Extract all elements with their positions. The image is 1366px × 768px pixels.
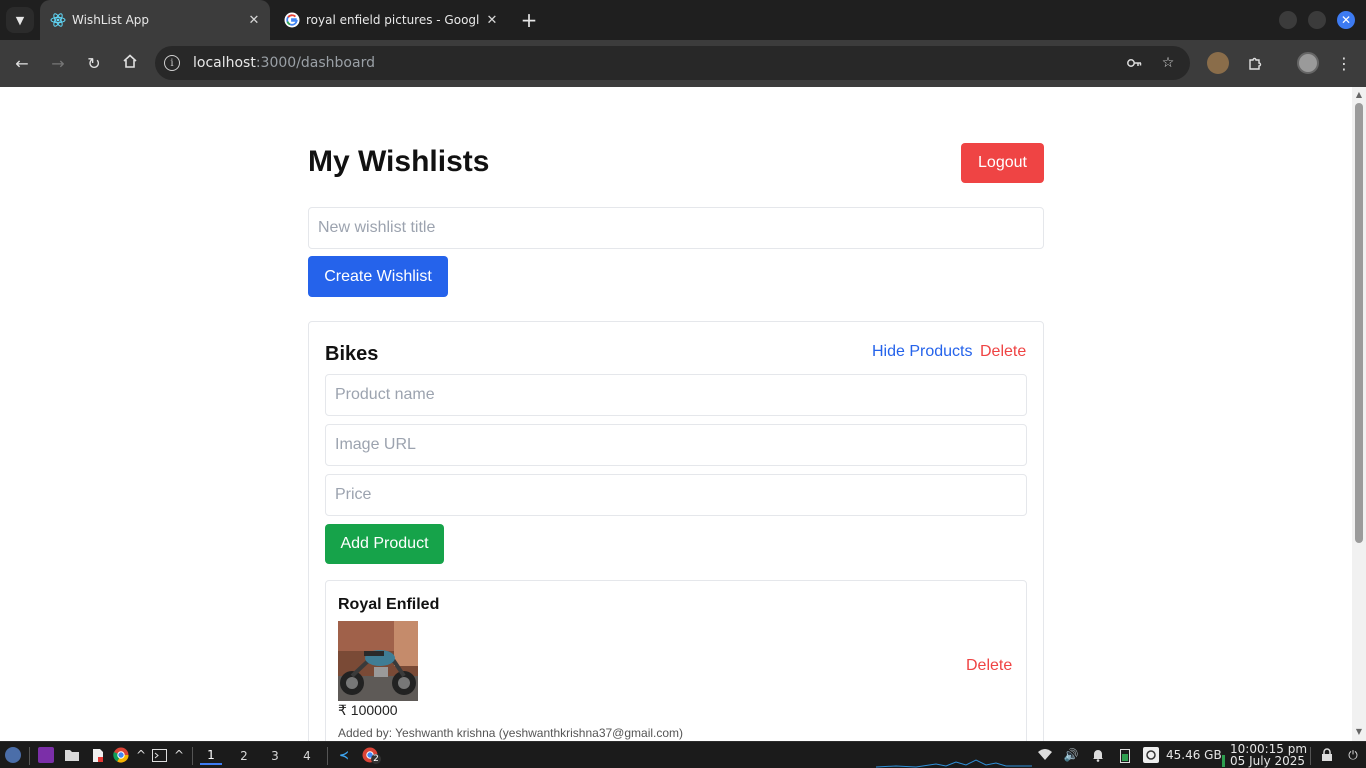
start-menu-icon[interactable]: [5, 747, 21, 763]
workspace-2[interactable]: 2: [233, 747, 255, 765]
react-icon: [50, 12, 66, 28]
tab-google-search[interactable]: royal enfield pictures - Google S ✕: [274, 0, 508, 40]
address-bar[interactable]: i localhost:3000/dashboard ☆: [155, 46, 1190, 80]
lock-icon[interactable]: [1319, 747, 1335, 763]
scroll-up-icon[interactable]: ▲: [1355, 91, 1363, 99]
vscode-icon[interactable]: ≺: [336, 747, 352, 763]
product-added-by: Added by: Yeshwanth krishna (yeshwanthkr…: [338, 726, 684, 740]
home-icon: [122, 53, 138, 73]
price-input[interactable]: Price: [325, 474, 1027, 516]
page-scrollbar[interactable]: ▲ ▼: [1352, 87, 1366, 741]
divider: [1310, 747, 1311, 765]
product-card: Royal Enfiled ₹ 100000 Added by: Yeshwan…: [325, 580, 1027, 741]
tab-title: WishList App: [72, 13, 150, 27]
extensions-puzzle-icon[interactable]: [1243, 51, 1267, 75]
chrome-window-icon[interactable]: 2: [362, 747, 381, 764]
delete-product-button[interactable]: Delete: [966, 657, 1012, 675]
wishlist-card: Bikes Hide Products Delete Product name …: [308, 321, 1044, 741]
chevron-up-icon[interactable]: ^: [171, 747, 187, 763]
home-button[interactable]: [118, 51, 142, 75]
bell-icon[interactable]: [1090, 747, 1106, 763]
product-name-input[interactable]: Product name: [325, 374, 1027, 416]
volume-icon[interactable]: 🔊: [1063, 747, 1079, 763]
document-icon[interactable]: [90, 747, 106, 763]
tab-search-button[interactable]: ▼: [6, 7, 34, 33]
chrome-icon[interactable]: [113, 747, 129, 763]
image-url-input[interactable]: Image URL: [325, 424, 1027, 466]
create-wishlist-button[interactable]: Create Wishlist: [308, 256, 448, 297]
forward-button[interactable]: →: [46, 51, 70, 75]
arrow-left-icon: ←: [15, 53, 29, 73]
google-icon: [284, 12, 300, 28]
reload-button[interactable]: ↻: [82, 51, 106, 75]
browser-toolbar: ← → ↻ i localhost:3000/dashboard ☆ ⋮: [0, 40, 1366, 87]
logout-button[interactable]: Logout: [961, 143, 1044, 183]
back-button[interactable]: ←: [10, 51, 34, 75]
divider: [327, 747, 328, 765]
folder-icon[interactable]: [64, 747, 80, 763]
product-image: [338, 621, 418, 701]
window-count-badge: 2: [371, 754, 381, 764]
divider: [29, 747, 30, 765]
close-icon[interactable]: ✕: [246, 12, 262, 28]
plus-icon: +: [520, 8, 538, 32]
terminal-app-icon[interactable]: [38, 747, 54, 763]
workspace-4[interactable]: 4: [296, 747, 318, 765]
battery-icon[interactable]: [1117, 747, 1133, 763]
more-vert-icon[interactable]: ⋮: [1332, 51, 1356, 75]
wishlist-title: Bikes: [325, 343, 379, 365]
minimize-button[interactable]: [1279, 11, 1297, 29]
desktop-taskbar: ^ ^ 1 2 3 4 ≺ 2 🔊 45.46 GB 10:00:15 pm 0…: [0, 741, 1366, 768]
workspace-3[interactable]: 3: [264, 747, 286, 765]
browser-tab-bar: ▼ WishList App ✕ royal enfield pictures …: [0, 0, 1366, 40]
reload-icon: ↻: [87, 53, 101, 73]
scrollbar-thumb[interactable]: [1355, 103, 1363, 543]
extension-icon[interactable]: [1207, 52, 1229, 74]
power-icon[interactable]: ⏻: [1345, 747, 1361, 763]
terminal-icon[interactable]: [151, 747, 167, 763]
scroll-down-icon[interactable]: ▼: [1355, 728, 1363, 736]
status-bar: [1222, 755, 1225, 767]
info-icon[interactable]: i: [164, 55, 180, 71]
page-title: My Wishlists: [308, 145, 490, 178]
chevron-up-icon[interactable]: ^: [133, 747, 149, 763]
chevron-down-icon: ▼: [15, 13, 25, 27]
page-viewport: My Wishlists Logout New wishlist title C…: [0, 87, 1352, 741]
url-text: localhost:3000/dashboard: [193, 55, 375, 71]
hide-products-button[interactable]: Hide Products: [872, 343, 973, 361]
star-icon[interactable]: ☆: [1159, 54, 1177, 72]
product-name: Royal Enfiled: [338, 596, 440, 613]
key-icon[interactable]: [1125, 54, 1143, 72]
workspace-1[interactable]: 1: [200, 747, 222, 765]
wifi-icon[interactable]: [1037, 747, 1053, 763]
disk-icon[interactable]: [1143, 747, 1159, 763]
disk-usage: 45.46 GB: [1166, 748, 1222, 762]
maximize-button[interactable]: [1308, 11, 1326, 29]
tab-wishlist-app[interactable]: WishList App ✕: [40, 0, 270, 40]
window-close-button[interactable]: ✕: [1337, 11, 1355, 29]
network-activity-graph: [876, 759, 1032, 768]
product-price: ₹ 100000: [338, 702, 398, 718]
new-tab-button[interactable]: +: [518, 8, 540, 32]
tab-title: royal enfield pictures - Google S: [306, 13, 480, 27]
new-wishlist-input[interactable]: New wishlist title: [308, 207, 1044, 249]
avatar[interactable]: [1297, 52, 1319, 74]
delete-wishlist-button[interactable]: Delete: [980, 343, 1026, 361]
close-icon[interactable]: ✕: [484, 12, 500, 28]
add-product-button[interactable]: Add Product: [325, 524, 444, 564]
clock-date[interactable]: 05 July 2025: [1230, 754, 1305, 768]
divider: [192, 747, 193, 765]
arrow-right-icon: →: [51, 53, 65, 73]
close-icon: ✕: [1340, 13, 1352, 27]
